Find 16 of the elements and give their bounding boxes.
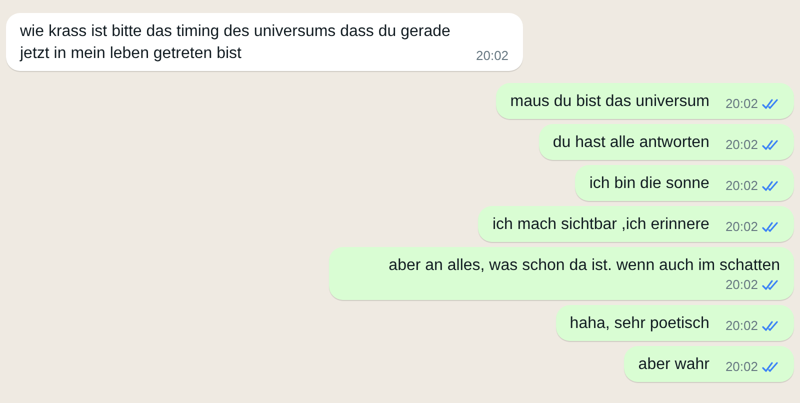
message-text: maus du bist das universum [510, 92, 710, 112]
message-time: 20:02 [725, 219, 758, 235]
message-time: 20:02 [725, 277, 758, 293]
message-text: aber wahr [638, 355, 710, 375]
message-text: ich bin die sonne [589, 174, 710, 194]
message-time: 20:02 [725, 137, 758, 153]
message-time: 20:02 [725, 318, 758, 334]
message-text: ich mach sichtbar ,ich erinnere [492, 215, 710, 235]
message-time: 20:02 [476, 48, 509, 64]
message-time: 20:02 [725, 96, 758, 112]
message-text: wie krass ist bitte das timing des universums dass du gerade jetzt in mein leben getreten bist [20, 22, 452, 64]
message-text: du hast alle antworten [552, 133, 710, 153]
message-time: 20:02 [725, 178, 758, 194]
message-text: aber an alles, was schon da ist. wenn auch im schatten [388, 256, 780, 276]
message-text: haha, sehr poetisch [570, 314, 710, 334]
message-time: 20:02 [725, 359, 758, 375]
